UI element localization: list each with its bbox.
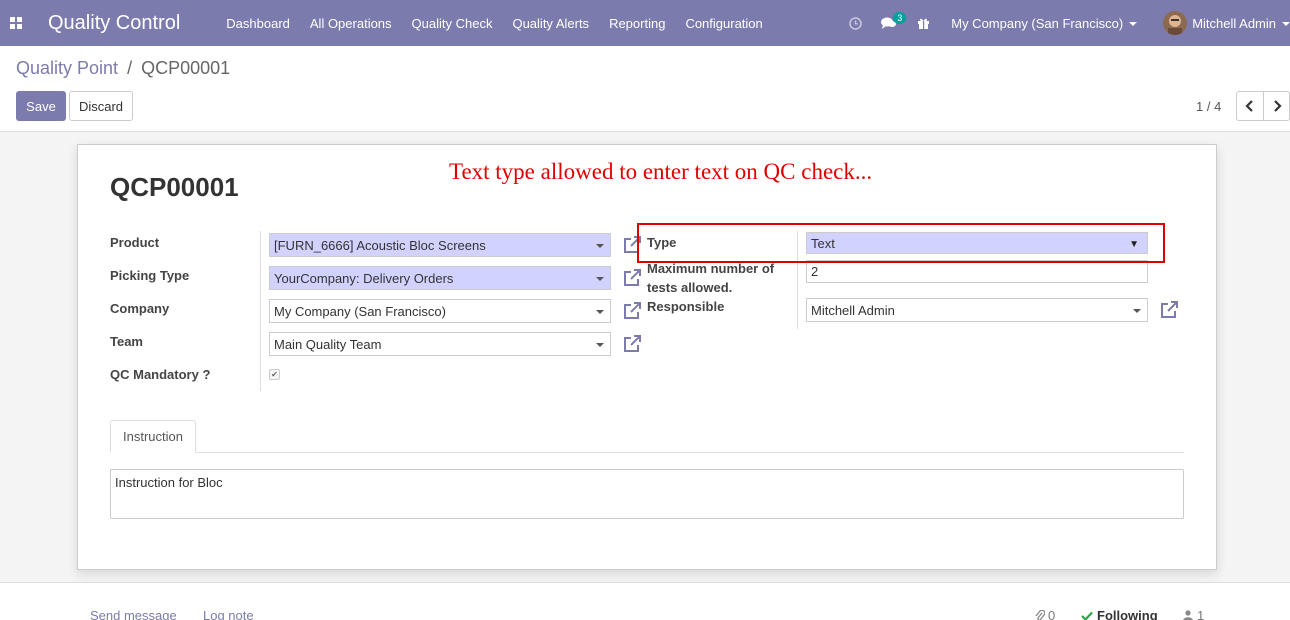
user-icon: [1183, 610, 1193, 620]
max-tests-value: 2: [811, 264, 819, 279]
attachments-button[interactable]: 0: [1035, 608, 1055, 620]
record-title: QCP00001: [110, 172, 239, 202]
responsible-label: Responsible: [647, 299, 725, 314]
user-avatar[interactable]: [1163, 11, 1188, 35]
user-name: Mitchell Admin: [1192, 15, 1276, 31]
gift-icon[interactable]: [913, 0, 933, 46]
chevron-down-icon: [1282, 22, 1290, 27]
dropdown-arrow-icon: [596, 310, 604, 314]
chatter-bar: Send message Log note 0 Following 1: [0, 600, 1290, 620]
responsible-value: Mitchell Admin: [811, 302, 895, 318]
annotation-text: Text type allowed to enter text on QC ch…: [449, 159, 873, 184]
followers-count: 1: [1197, 608, 1205, 620]
max-tests-label-line1: Maximum number of: [647, 261, 775, 276]
product-select[interactable]: [FURN_6666] Acoustic Bloc Screens: [269, 233, 611, 257]
chevron-left-icon: [1245, 100, 1253, 112]
app-title[interactable]: Quality Control: [48, 12, 180, 35]
highlight-box: [637, 223, 1165, 263]
team-select[interactable]: Main Quality Team: [269, 332, 611, 356]
messages-badge: 3: [893, 12, 907, 24]
product-value: [FURN_6666] Acoustic Bloc Screens: [274, 237, 486, 253]
external-link-icon[interactable]: [622, 268, 642, 288]
discard-button[interactable]: Discard: [69, 91, 133, 121]
instruction-textarea[interactable]: Instruction for Bloc: [110, 469, 1184, 519]
menu-reporting[interactable]: Reporting: [609, 16, 665, 31]
picking-type-value: YourCompany: Delivery Orders: [274, 270, 454, 286]
product-label: Product: [110, 235, 160, 250]
breadcrumb-current: QCP00001: [141, 58, 231, 78]
apps-menu-icon[interactable]: [0, 0, 32, 46]
following-label: Following: [1097, 608, 1158, 620]
menu-all-operations[interactable]: All Operations: [310, 16, 392, 31]
team-label: Team: [110, 334, 143, 349]
activity-clock-icon[interactable]: [845, 0, 865, 46]
company-select[interactable]: My Company (San Francisco): [269, 299, 611, 323]
dropdown-arrow-icon: [596, 343, 604, 347]
qc-mandatory-label: QC Mandatory ?: [110, 367, 211, 382]
messages-icon[interactable]: 3: [879, 0, 907, 46]
tab-underline: [110, 452, 1184, 453]
menu-quality-alerts[interactable]: Quality Alerts: [512, 16, 589, 31]
log-note-button[interactable]: Log note: [203, 608, 254, 620]
paperclip-icon: [1035, 609, 1045, 620]
attachments-count: 0: [1048, 608, 1056, 620]
tab-instruction[interactable]: Instruction: [110, 420, 196, 453]
max-tests-label-line2: tests allowed.: [647, 280, 733, 295]
save-button[interactable]: Save: [16, 91, 66, 121]
send-message-button[interactable]: Send message: [90, 608, 177, 620]
company-label: Company: [110, 301, 170, 316]
divider: [260, 231, 261, 391]
responsible-select[interactable]: Mitchell Admin: [806, 298, 1148, 322]
main-menu: Dashboard All Operations Quality Check Q…: [226, 16, 782, 31]
breadcrumb: Quality Point / QCP00001: [16, 58, 230, 79]
breadcrumb-separator: /: [127, 58, 133, 78]
company-value: My Company (San Francisco): [274, 303, 446, 319]
top-navbar: Quality Control Dashboard All Operations…: [0, 0, 1290, 46]
dropdown-arrow-icon: [596, 277, 604, 281]
external-link-icon[interactable]: [1159, 300, 1179, 320]
picking-type-select[interactable]: YourCompany: Delivery Orders: [269, 266, 611, 290]
followers-button[interactable]: 1: [1183, 608, 1204, 620]
external-link-icon[interactable]: [622, 334, 642, 354]
dropdown-arrow-icon: [596, 244, 604, 248]
pager-next-button[interactable]: [1263, 91, 1290, 121]
menu-configuration[interactable]: Configuration: [685, 16, 762, 31]
external-link-icon[interactable]: [622, 301, 642, 321]
pager-previous-button[interactable]: [1236, 91, 1264, 121]
chevron-right-icon: [1273, 100, 1282, 112]
dropdown-arrow-icon: [1133, 309, 1141, 313]
menu-dashboard[interactable]: Dashboard: [226, 16, 290, 31]
qc-mandatory-checkbox[interactable]: ✔: [269, 369, 280, 380]
team-value: Main Quality Team: [274, 336, 382, 352]
pager-value[interactable]: 1 / 4: [1196, 99, 1221, 114]
company-switcher[interactable]: My Company (San Francisco): [951, 15, 1138, 31]
menu-quality-check[interactable]: Quality Check: [412, 16, 493, 31]
chevron-down-icon: [1129, 22, 1138, 27]
user-menu[interactable]: Mitchell Admin: [1192, 16, 1290, 31]
breadcrumb-parent[interactable]: Quality Point: [16, 58, 118, 78]
max-tests-input[interactable]: 2: [806, 260, 1148, 283]
picking-type-label: Picking Type: [110, 268, 190, 283]
following-button[interactable]: Following: [1081, 608, 1158, 620]
company-name: My Company (San Francisco): [951, 15, 1124, 31]
check-icon: [1081, 611, 1093, 620]
